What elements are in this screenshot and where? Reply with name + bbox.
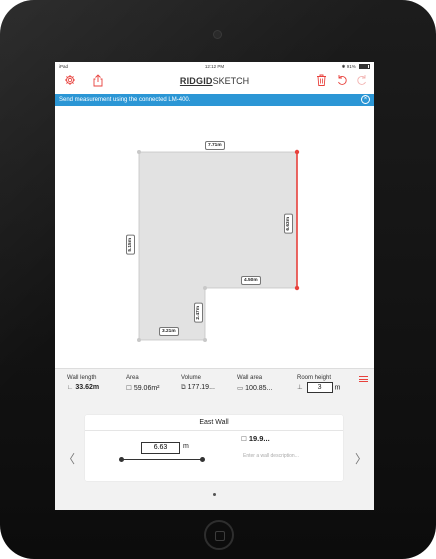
wall-area-value: 100.85... <box>245 385 273 392</box>
measurement-panel: Wall length ∟ 33.62m Area ☐ 59.06m² Volume… <box>55 368 374 510</box>
list-icon[interactable] <box>359 376 368 382</box>
wall-length-slider[interactable] <box>119 457 205 462</box>
room-height-input[interactable]: 3 <box>306 382 333 393</box>
wall-length-unit: m <box>183 443 189 450</box>
slider-handle-end[interactable] <box>200 457 205 462</box>
stat-wall-length: Wall length ∟ 33.62m <box>67 375 99 391</box>
stat-area: Area ☐ 59.06m² <box>126 375 160 392</box>
wall-area-icon: ▭ <box>237 385 244 392</box>
stat-volume: Volume ⧉ 177.19... <box>181 375 215 392</box>
room-height-value-row: ⊥ 3 m <box>297 382 340 393</box>
dim-label-top[interactable]: 7.71m <box>205 141 225 150</box>
wall-length-input[interactable]: 6.63 <box>141 442 180 454</box>
volume-icon: ⧉ <box>181 384 186 391</box>
room-height-label: Room height <box>297 375 332 381</box>
stat-room-height: Room height ⊥ 3 m <box>297 375 340 393</box>
app-screen: iPad 12:12 PM ✱ 91% RIDGIDSKETCH Send me… <box>55 62 374 510</box>
brand-rest: SKETCH <box>212 76 250 86</box>
close-icon[interactable]: × <box>361 95 370 104</box>
wall-area-label: Wall area <box>237 375 263 381</box>
battery-percent: 91% <box>346 64 356 69</box>
wall-area-row: ☐ 19.9... <box>241 434 270 443</box>
volume-value: 177.19... <box>187 384 215 391</box>
area-value-row: ☐ 59.06m² <box>126 384 160 392</box>
corner-handle[interactable] <box>137 338 141 342</box>
home-button[interactable] <box>204 520 234 550</box>
prev-wall-arrow[interactable]: 〈 <box>63 450 75 467</box>
undo-icon[interactable] <box>335 74 349 88</box>
battery-icon <box>359 64 370 70</box>
redo-icon[interactable] <box>355 74 369 88</box>
bluetooth-icon: ✱ <box>341 64 346 69</box>
undo-icon-svg <box>338 75 347 85</box>
wall-description-field[interactable]: Enter a wall description... <box>243 453 299 459</box>
dim-label-right[interactable]: 6.63m <box>284 214 293 234</box>
dim-label-inner-vertical[interactable]: 2.47m <box>194 303 203 323</box>
wall-card-area: 19.9... <box>248 434 270 443</box>
trash-icon-svg <box>316 74 326 86</box>
slider-handle-start[interactable] <box>119 457 124 462</box>
stat-wall-area: Wall area ▭ 100.85... <box>237 375 272 392</box>
status-time: 12:12 PM <box>204 64 225 69</box>
wall-card: East Wall 6.63 m ☐ 19.9... Enter a wall d… <box>85 415 343 481</box>
corner-handle-selected[interactable] <box>294 149 300 155</box>
area-icon: ☐ <box>126 385 132 392</box>
volume-value-row: ⧉ 177.19... <box>181 384 215 392</box>
wall-area-value-row: ▭ 100.85... <box>237 384 272 392</box>
sketch-canvas[interactable]: 7.71m 6.63m 5.15m 4.50m 2.47m 3.21m <box>55 106 374 368</box>
corner-handle-selected[interactable] <box>294 285 300 291</box>
wall-length-icon: ∟ <box>67 384 74 391</box>
lm400-banner[interactable]: Send measurement using the connected LM-… <box>55 94 374 106</box>
corner-handle[interactable] <box>137 150 141 154</box>
corner-handle[interactable] <box>203 338 207 342</box>
area-value: 59.06m² <box>133 385 160 392</box>
status-bar: iPad 12:12 PM ✱ 91% <box>55 62 374 70</box>
wall-length-label: Wall length <box>67 375 97 381</box>
camera <box>213 30 222 39</box>
top-toolbar: RIDGIDSKETCH <box>55 70 374 94</box>
banner-text: Send measurement using the connected LM-… <box>59 97 191 103</box>
room-shape[interactable] <box>138 151 298 341</box>
room-height-unit: m <box>334 384 341 392</box>
wall-area-card-icon: ☐ <box>241 436 247 443</box>
redo-icon-svg <box>357 75 366 85</box>
wall-length-value: 33.62m <box>75 384 100 391</box>
page-indicator-dot <box>213 493 216 496</box>
dim-label-left[interactable]: 5.15m <box>126 235 135 255</box>
volume-label: Volume <box>181 375 202 381</box>
room-height-icon: ⊥ <box>297 384 303 392</box>
next-wall-arrow[interactable]: 〉 <box>355 450 367 467</box>
area-label: Area <box>126 375 139 381</box>
brand-bold: RIDGID <box>179 76 213 86</box>
dim-label-bottom[interactable]: 3.21m <box>159 327 179 336</box>
battery-fill <box>360 65 369 69</box>
wall-card-title: East Wall <box>85 415 343 431</box>
wall-length-value-row: ∟ 33.62m <box>67 384 99 391</box>
corner-handle[interactable] <box>203 286 207 290</box>
dim-label-inner-horizontal[interactable]: 4.50m <box>241 276 261 285</box>
ipad-frame: iPad 12:12 PM ✱ 91% RIDGIDSKETCH Send me… <box>0 0 436 559</box>
trash-icon[interactable] <box>314 74 328 88</box>
